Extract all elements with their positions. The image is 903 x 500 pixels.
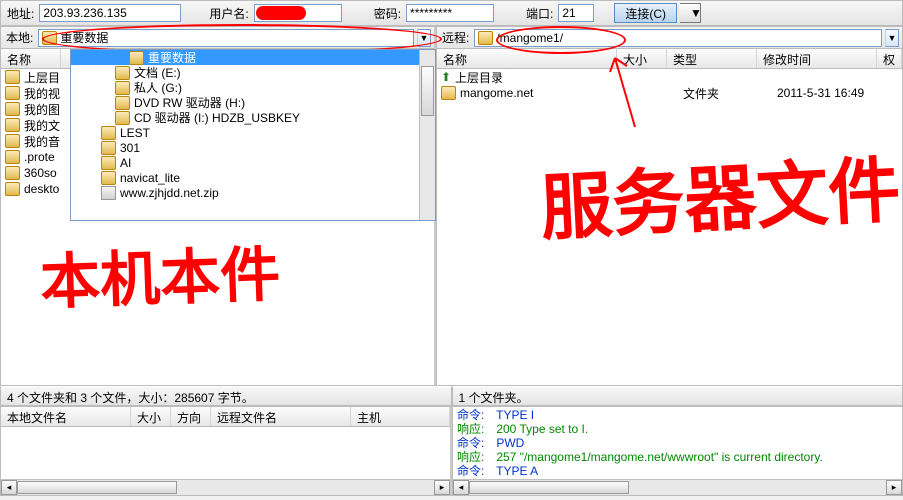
transfer-queue-pane: 本地文件名 大小 方向 远程文件名 主机 ◂ ▸ (0, 406, 452, 496)
local-path-text: 重要数据 (60, 29, 108, 46)
list-item[interactable]: mangome.net文件夹2011-5-31 16:49 (437, 85, 902, 101)
remote-list-header: 名称 大小 类型 修改时间 权限 (437, 49, 902, 69)
remote-path-dropdown-button[interactable]: ▼ (885, 29, 899, 47)
local-col-name[interactable]: 名称 (1, 49, 61, 68)
folder-icon (5, 150, 20, 164)
drive-icon (115, 66, 130, 80)
drive-icon (115, 81, 130, 95)
folder-icon (101, 156, 116, 170)
folder-icon (478, 31, 493, 45)
queue-body[interactable] (1, 427, 450, 479)
dropdown-item[interactable]: 301 (71, 140, 435, 155)
dropdown-scrollbar[interactable] (419, 50, 435, 220)
remote-site-label: 远程: (440, 29, 471, 46)
dropdown-item[interactable]: DVD RW 驱动器 (H:) (71, 95, 435, 110)
queue-col-remote[interactable]: 远程文件名 (211, 407, 351, 426)
remote-status-bar: 1 个文件夹。 (452, 386, 903, 406)
remote-col-perm[interactable]: 权限 (877, 49, 902, 68)
port-input[interactable] (558, 4, 594, 22)
queue-header: 本地文件名 大小 方向 远程文件名 主机 (1, 407, 450, 427)
remote-path-bar: 远程: /mangome1/ ▼ (437, 27, 902, 49)
dropdown-item[interactable]: CD 驱动器 (I:) HDZB_USBKEY (71, 110, 435, 125)
username-label: 用户名: (207, 5, 250, 22)
local-path-bar: 本地: 重要数据 ▼ (1, 27, 434, 49)
folder-icon (101, 141, 116, 155)
redaction-blot (256, 6, 306, 20)
log-hscrollbar[interactable]: ◂ ▸ (453, 479, 902, 495)
dropdown-item[interactable]: 文档 (E:) (71, 65, 435, 80)
message-log-pane: 命令: TYPE I响应: 200 Type set to I.命令: PWD响… (452, 406, 903, 496)
remote-col-size[interactable]: 大小 (617, 49, 667, 68)
queue-col-local[interactable]: 本地文件名 (1, 407, 131, 426)
connect-dropdown-button[interactable]: ▼ (680, 3, 701, 23)
remote-path-text: /mangome1/ (496, 31, 563, 45)
dropdown-item[interactable]: LEST (71, 125, 435, 140)
dropdown-item[interactable]: 私人 (G:) (71, 80, 435, 95)
folder-icon (101, 171, 116, 185)
message-log[interactable]: 命令: TYPE I响应: 200 Type set to I.命令: PWD响… (453, 407, 902, 479)
queue-col-dir[interactable]: 方向 (171, 407, 211, 426)
folder-icon (5, 166, 20, 180)
folder-icon (42, 31, 57, 45)
folder-icon (441, 86, 456, 100)
remote-col-name[interactable]: 名称 (437, 49, 617, 68)
remote-col-type[interactable]: 类型 (667, 49, 757, 68)
address-input[interactable] (39, 4, 181, 22)
local-site-label: 本地: (4, 29, 35, 46)
connection-toolbar: 地址: 用户名: 密码: 端口: 连接(C) ▼ (0, 0, 903, 26)
connect-button[interactable]: 连接(C) (614, 3, 677, 23)
remote-file-list[interactable]: ⬆上层目录mangome.net文件夹2011-5-31 16:49 (437, 69, 902, 385)
port-label: 端口: (524, 5, 555, 22)
folder-icon (5, 70, 20, 84)
folder-icon (5, 182, 20, 196)
queue-col-host[interactable]: 主机 (351, 407, 450, 426)
folder-icon (5, 86, 20, 100)
dropdown-item[interactable]: 重要数据 (71, 50, 435, 65)
dvd-icon (115, 96, 130, 110)
queue-hscrollbar[interactable]: ◂ ▸ (1, 479, 450, 495)
list-item[interactable]: ⬆上层目录 (437, 69, 902, 85)
queue-col-size[interactable]: 大小 (131, 407, 171, 426)
remote-pane: 远程: /mangome1/ ▼ 名称 大小 类型 修改时间 权限 ⬆上层目录m… (436, 26, 903, 386)
address-label: 地址: (5, 5, 36, 22)
folder-icon (5, 134, 20, 148)
up-arrow-icon: ⬆ (441, 70, 451, 84)
dvd-icon (115, 111, 130, 125)
dropdown-item[interactable]: www.zjhjdd.net.zip (71, 185, 435, 200)
local-status-bar: 4 个文件夹和 3 个文件，大小：285607 字节。 (0, 386, 452, 406)
dropdown-item[interactable]: AI (71, 155, 435, 170)
log-line: 响应: 200 Type set to I. (457, 422, 898, 436)
log-line: 命令: PWD (457, 436, 898, 450)
dropdown-item[interactable]: navicat_lite (71, 170, 435, 185)
remote-path-input[interactable]: /mangome1/ (474, 29, 882, 47)
local-path-input[interactable]: 重要数据 (38, 29, 414, 47)
remote-col-mtime[interactable]: 修改时间 (757, 49, 877, 68)
zip-icon (101, 186, 116, 200)
log-line: 命令: TYPE I (457, 408, 898, 422)
folder-icon (101, 126, 116, 140)
log-line: 响应: 257 "/mangome1/mangome.net/wwwroot" … (457, 450, 898, 464)
password-input[interactable] (406, 4, 494, 22)
folder-icon (5, 118, 20, 132)
folder-icon (5, 102, 20, 116)
local-path-dropdown[interactable]: 重要数据文档 (E:)私人 (G:)DVD RW 驱动器 (H:)CD 驱动器 … (70, 49, 436, 221)
log-line: 命令: TYPE A (457, 464, 898, 478)
local-path-dropdown-button[interactable]: ▼ (417, 29, 431, 47)
password-label: 密码: (372, 5, 403, 22)
local-pane: 本地: 重要数据 ▼ 名称 上层目我的视我的图我的文我的音.prote360so… (0, 26, 436, 386)
folder-icon (129, 51, 144, 65)
